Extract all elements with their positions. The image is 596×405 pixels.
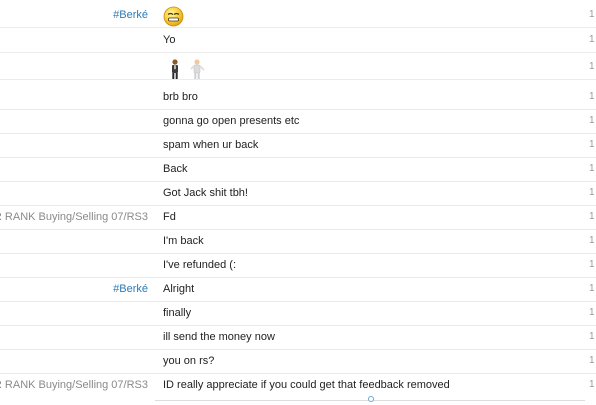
chat-message: Yo 1 xyxy=(0,28,596,53)
chat-history: #Berké 1 Yo 1 1 brb bro 1 gonna go open … xyxy=(0,0,596,405)
message-timestamp: 1 xyxy=(589,139,595,150)
message-timestamp: 1 xyxy=(589,307,595,318)
message-timestamp: 1 xyxy=(589,9,595,20)
message-text: I'm back xyxy=(163,235,204,247)
message-text: I've refunded (: xyxy=(163,259,237,271)
message-text: gonna go open presents etc xyxy=(163,115,300,127)
scroll-indicator[interactable] xyxy=(368,396,374,402)
chat-message: #Berké 1 xyxy=(0,3,596,28)
chat-message: OR RANK Buying/Selling 07/RS3 ID really … xyxy=(0,373,596,397)
chat-message: I'm back 1 xyxy=(0,229,596,254)
message-timestamp: 1 xyxy=(589,259,595,270)
message-text: finally xyxy=(163,307,192,319)
message-text: Got Jack shit tbh! xyxy=(163,187,248,199)
message-timestamp: 1 xyxy=(589,34,595,45)
message-timestamp: 1 xyxy=(589,187,595,198)
message-text: Back xyxy=(163,163,188,175)
message-timestamp: 1 xyxy=(589,163,595,174)
chat-message: you on rs? 1 xyxy=(0,349,596,374)
message-sender[interactable]: OR RANK Buying/Selling 07/RS3 xyxy=(0,373,148,397)
chat-message: ill send the money now 1 xyxy=(0,325,596,350)
message-sender[interactable]: #Berké xyxy=(113,3,148,27)
message-timestamp: 1 xyxy=(589,235,595,246)
message-timestamp: 1 xyxy=(589,91,595,102)
message-text: you on rs? xyxy=(163,355,215,367)
message-text: ill send the money now xyxy=(163,331,275,343)
message-text: brb bro xyxy=(163,91,198,103)
message-timestamp: 1 xyxy=(589,379,595,390)
chat-message: #Berké Alright 1 xyxy=(0,277,596,302)
message-timestamp: 1 xyxy=(589,283,595,294)
chat-message: I've refunded (: 1 xyxy=(0,253,596,278)
message-text: spam when ur back xyxy=(163,139,259,151)
chat-message: OR RANK Buying/Selling 07/RS3 Fd 1 xyxy=(0,205,596,230)
message-text: Fd xyxy=(163,211,176,223)
message-timestamp: 1 xyxy=(589,355,595,366)
message-timestamp: 1 xyxy=(589,211,595,222)
message-text: Yo xyxy=(163,34,176,46)
message-text: ID really appreciate if you could get th… xyxy=(163,379,450,391)
message-text: Alright xyxy=(163,283,195,295)
message-sender[interactable]: #Berké xyxy=(113,277,148,301)
message-timestamp: 1 xyxy=(589,115,595,126)
chat-message: spam when ur back 1 xyxy=(0,133,596,158)
message-sender[interactable]: OR RANK Buying/Selling 07/RS3 xyxy=(0,205,148,229)
message-timestamp: 1 xyxy=(589,61,595,72)
message-timestamp: 1 xyxy=(589,331,595,342)
chat-message: Back 1 xyxy=(0,157,596,182)
chat-message: 1 xyxy=(0,55,596,80)
chat-message: brb bro 1 xyxy=(0,85,596,110)
two-people-icon xyxy=(172,59,205,79)
chat-message: Got Jack shit tbh! 1 xyxy=(0,181,596,206)
chat-message: gonna go open presents etc 1 xyxy=(0,109,596,134)
chat-message: finally 1 xyxy=(0,301,596,326)
smiley-face-icon xyxy=(163,6,184,27)
